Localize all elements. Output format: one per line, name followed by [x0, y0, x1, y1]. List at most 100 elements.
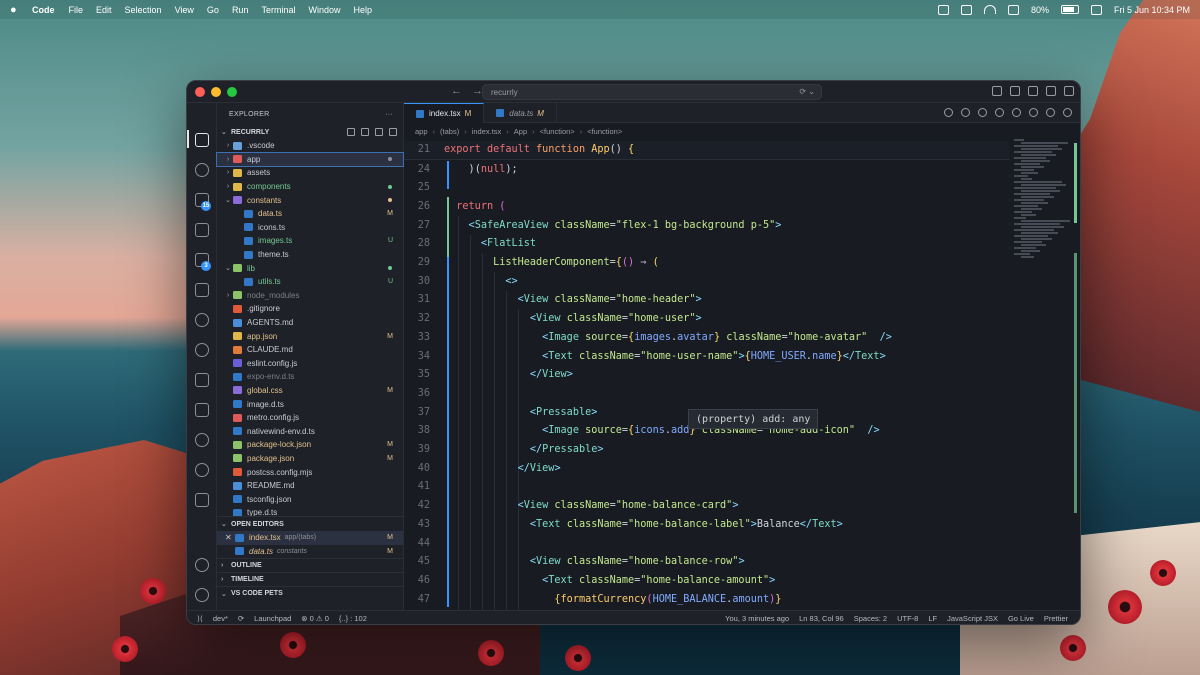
- file-item[interactable]: app.json M: [217, 329, 403, 343]
- battery-icon[interactable]: [1060, 5, 1079, 14]
- code-line[interactable]: 47 {formatCurrency(HOME_BALANCE.amount)}: [404, 590, 1009, 609]
- open-editor-item[interactable]: data.ts constants M: [217, 545, 403, 559]
- refresh-icon[interactable]: [375, 128, 383, 136]
- menu-clock[interactable]: Fri 5 Jun 10:34 PM: [1114, 5, 1190, 15]
- toggle-panel-icon[interactable]: [1046, 86, 1056, 96]
- breadcrumb-item[interactable]: <function>: [587, 127, 622, 136]
- folder-item[interactable]: ⌄ lib: [217, 261, 403, 275]
- copilot-chat-icon[interactable]: [944, 108, 953, 117]
- menu-terminal[interactable]: Terminal: [261, 5, 295, 15]
- containers-icon[interactable]: [195, 373, 209, 387]
- language-mode[interactable]: JavaScript JSX: [947, 614, 998, 623]
- code-line[interactable]: 34 <Text className="home-user-name">{HOM…: [404, 347, 1009, 366]
- code-line[interactable]: 30 <>: [404, 272, 1009, 291]
- clipboard-icon[interactable]: [960, 4, 972, 15]
- menu-edit[interactable]: Edit: [96, 5, 112, 15]
- copilot-icon[interactable]: [992, 86, 1002, 96]
- code-line[interactable]: 33 <Image source={images.avatar} classNa…: [404, 328, 1009, 347]
- cursor-position[interactable]: Ln 83, Col 96: [799, 614, 844, 623]
- file-item[interactable]: image.d.ts: [217, 397, 403, 411]
- minimap[interactable]: [1014, 139, 1070, 279]
- database-icon[interactable]: [195, 403, 209, 417]
- code-line[interactable]: 27 <SafeAreaView className="flex-1 bg-ba…: [404, 216, 1009, 235]
- git-blame[interactable]: You, 3 minutes ago: [725, 614, 789, 623]
- screen-icon[interactable]: [1007, 4, 1019, 15]
- menu-app-name[interactable]: Code: [32, 5, 55, 15]
- go-live-button[interactable]: Go Live: [1008, 614, 1034, 623]
- outline-section[interactable]: › OUTLINE: [217, 558, 403, 572]
- breadcrumb-item[interactable]: index.tsx: [472, 127, 502, 136]
- apple-icon[interactable]: ●: [10, 4, 22, 16]
- file-item[interactable]: eslint.config.js: [217, 357, 403, 371]
- folder-item[interactable]: › node_modules: [217, 289, 403, 303]
- flutter-icon[interactable]: [195, 463, 209, 477]
- menu-view[interactable]: View: [175, 5, 194, 15]
- remote-explorer-icon[interactable]: [195, 283, 209, 297]
- open-changes-icon[interactable]: [978, 108, 987, 117]
- file-item[interactable]: data.ts M: [217, 207, 403, 221]
- menu-file[interactable]: File: [69, 5, 84, 15]
- problems-indicator[interactable]: ⊗ 0 ⚠ 0: [301, 614, 329, 623]
- previous-change-icon[interactable]: [995, 108, 1004, 117]
- open-editors-section[interactable]: ⌄ OPEN EDITORS: [217, 517, 403, 531]
- folder-item[interactable]: ⌄ constants: [217, 193, 403, 207]
- file-item[interactable]: global.css M: [217, 384, 403, 398]
- indentation[interactable]: Spaces: 2: [854, 614, 887, 623]
- git-lens-icon[interactable]: [1029, 108, 1038, 117]
- folder-item[interactable]: › assets: [217, 166, 403, 180]
- file-item[interactable]: metro.config.js: [217, 411, 403, 425]
- code-line[interactable]: 36: [404, 384, 1009, 403]
- close-icon[interactable]: ✕: [225, 533, 235, 542]
- menu-run[interactable]: Run: [232, 5, 249, 15]
- python-icon[interactable]: [195, 433, 209, 447]
- breadcrumb-item[interactable]: App: [514, 127, 527, 136]
- code-line[interactable]: 31 <View className="home-header">: [404, 291, 1009, 310]
- line-ending[interactable]: LF: [928, 614, 937, 623]
- bracket-info[interactable]: {..} : 102: [339, 614, 367, 623]
- new-folder-icon[interactable]: [361, 128, 369, 136]
- file-item[interactable]: package-lock.json M: [217, 438, 403, 452]
- menu-go[interactable]: Go: [207, 5, 219, 15]
- code-line[interactable]: 40 </View>: [404, 459, 1009, 478]
- next-change-icon[interactable]: [1012, 108, 1021, 117]
- command-center[interactable]: recurrly ⟳ ⌄: [482, 84, 822, 100]
- code-line[interactable]: 44: [404, 534, 1009, 553]
- tab-data-ts[interactable]: data.ts M: [484, 103, 557, 123]
- gear-icon[interactable]: [195, 588, 209, 602]
- code-line[interactable]: 39 </Pressable>: [404, 440, 1009, 459]
- wifi-icon[interactable]: [983, 5, 996, 14]
- menu-selection[interactable]: Selection: [125, 5, 162, 15]
- breadcrumb-item[interactable]: <function>: [540, 127, 575, 136]
- layout-icon[interactable]: [1010, 86, 1020, 96]
- search-icon[interactable]: [195, 163, 209, 177]
- breadcrumb-item[interactable]: (tabs): [440, 127, 459, 136]
- breadcrumb-item[interactable]: app: [415, 127, 428, 136]
- file-item[interactable]: README.md: [217, 479, 403, 493]
- collapse-all-icon[interactable]: [389, 128, 397, 136]
- close-window-button[interactable]: [195, 86, 205, 97]
- code-line[interactable]: 32 <View className="home-user">: [404, 309, 1009, 328]
- code-line[interactable]: 28 <FlatList: [404, 235, 1009, 254]
- code-line[interactable]: 42 <View className="home-balance-card">: [404, 496, 1009, 515]
- launchpad-label[interactable]: Launchpad: [254, 614, 291, 623]
- code-line[interactable]: 41: [404, 478, 1009, 497]
- vscode-pets-section[interactable]: ⌄ VS CODE PETS: [217, 586, 403, 600]
- folder-item[interactable]: › components: [217, 180, 403, 194]
- git-graph-icon[interactable]: [195, 343, 209, 357]
- testing-icon[interactable]: [195, 313, 209, 327]
- encoding[interactable]: UTF-8: [897, 614, 918, 623]
- code-line[interactable]: 45 <View className="home-balance-row">: [404, 552, 1009, 571]
- code-editor[interactable]: 21 export default function App() {24 )(nu…: [404, 141, 1009, 610]
- control-center-icon[interactable]: [1090, 4, 1102, 15]
- file-item[interactable]: utils.ts U: [217, 275, 403, 289]
- file-item[interactable]: nativewind-env.d.ts: [217, 424, 403, 438]
- menu-help[interactable]: Help: [353, 5, 372, 15]
- code-line[interactable]: 43 <Text className="home-balance-label">…: [404, 515, 1009, 534]
- file-item[interactable]: tsconfig.json: [217, 492, 403, 506]
- run-debug-icon[interactable]: [195, 223, 209, 237]
- code-line[interactable]: 26 return (: [404, 197, 1009, 216]
- file-item[interactable]: CLAUDE.md: [217, 343, 403, 357]
- branch-label[interactable]: dev*: [213, 614, 228, 623]
- more-actions-icon[interactable]: ···: [385, 111, 393, 118]
- status-menu-icon[interactable]: [937, 4, 949, 15]
